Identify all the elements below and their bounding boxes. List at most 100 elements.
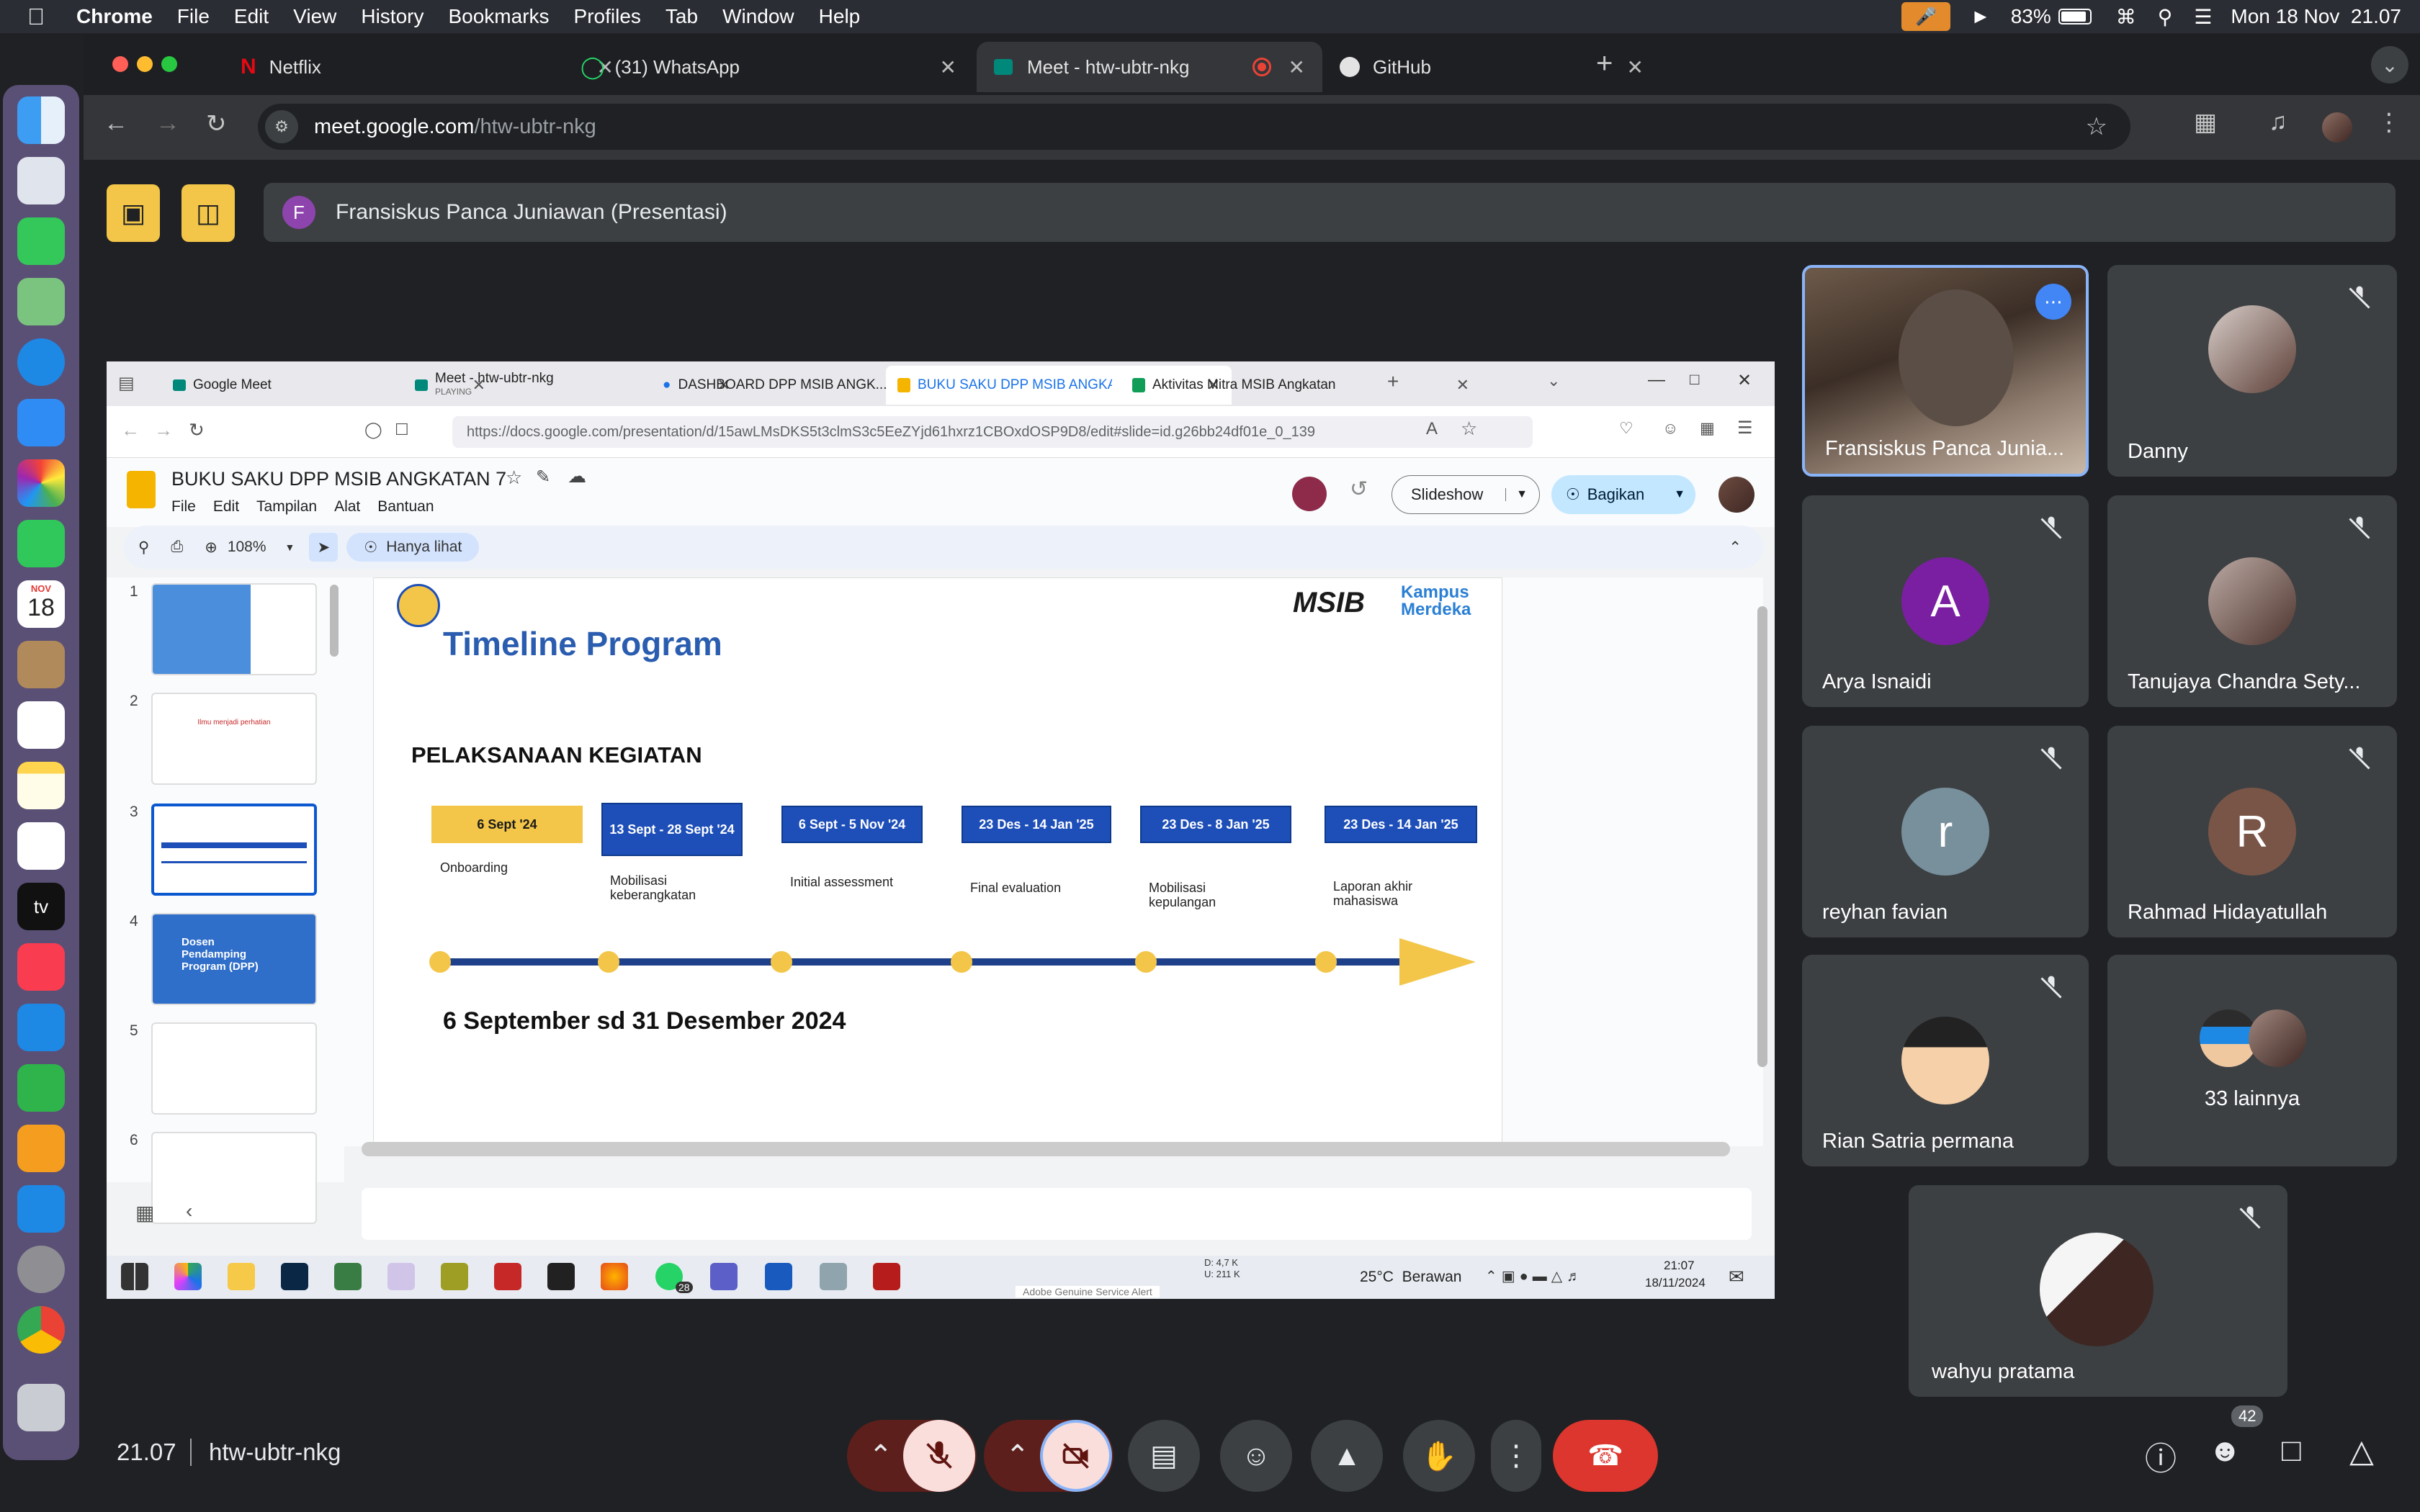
ff-pocket-icon[interactable]: ♡ bbox=[1619, 419, 1634, 438]
collapse-toolbar-icon[interactable]: ⌃ bbox=[1729, 539, 1742, 557]
wifi-icon[interactable]: ⌘ bbox=[2116, 5, 2136, 29]
ff-url-field[interactable]: https://docs.google.com/presentation/d/1… bbox=[452, 416, 1533, 448]
tile-rahmad[interactable]: R Rahmad Hidayatullah bbox=[2107, 726, 2397, 937]
share-button[interactable]: ☉ Bagikan ▼ bbox=[1551, 475, 1695, 514]
adobe-alert[interactable]: Adobe Genuine Service Alert bbox=[1016, 1286, 1160, 1297]
ff-translate-icon[interactable]: Α bbox=[1426, 419, 1438, 439]
chrome-menu-icon[interactable]: ⋮ bbox=[2377, 108, 2401, 137]
word-icon[interactable] bbox=[765, 1263, 792, 1290]
messages-icon[interactable] bbox=[17, 217, 65, 265]
photos-icon[interactable] bbox=[17, 459, 65, 507]
ff-bookmark-icon[interactable]: ☆ bbox=[1461, 418, 1477, 440]
slides-menu-file[interactable]: File bbox=[171, 498, 196, 516]
bookmark-star-icon[interactable]: ☆ bbox=[2086, 112, 2107, 141]
slides-menu-tools[interactable]: Alat bbox=[334, 498, 360, 516]
view-only-chip[interactable]: ☉ Hanya lihat bbox=[346, 533, 480, 562]
more-options-icon[interactable]: ⋯ bbox=[2035, 284, 2071, 320]
mail-icon[interactable] bbox=[17, 399, 65, 446]
cloud-icon[interactable]: ☁ bbox=[568, 465, 586, 487]
menu-window[interactable]: Window bbox=[722, 5, 794, 28]
slide-thumbnail-5[interactable] bbox=[151, 1022, 317, 1115]
battery-icon[interactable] bbox=[2058, 9, 2092, 24]
people-icon[interactable]: ☻ bbox=[2208, 1433, 2241, 1469]
tile-reyhan[interactable]: r reyhan favian bbox=[1802, 726, 2089, 937]
meeting-info-icon[interactable]: ⓘ bbox=[2145, 1433, 2177, 1479]
tab-close-icon[interactable]: ✕ bbox=[940, 55, 956, 79]
app-menu[interactable]: Chrome bbox=[76, 5, 153, 28]
tab-close-icon[interactable]: ✕ bbox=[1289, 55, 1305, 79]
raise-hand-button[interactable]: ✋ bbox=[1403, 1420, 1475, 1492]
clock[interactable]: Mon 18 Nov 21.07 bbox=[2231, 5, 2401, 28]
present-button[interactable]: ▲ bbox=[1311, 1420, 1383, 1492]
reminders-icon[interactable] bbox=[17, 701, 65, 749]
firefox-tab-overview-icon[interactable]: ▤ bbox=[118, 373, 135, 394]
search-menus-icon[interactable]: ⚲ bbox=[138, 539, 149, 557]
explorer-icon[interactable] bbox=[228, 1263, 255, 1290]
windows-start-icon[interactable] bbox=[121, 1263, 148, 1290]
menu-profiles[interactable]: Profiles bbox=[574, 5, 641, 28]
tab-close-icon[interactable]: ✕ bbox=[1456, 376, 1469, 395]
tile-rian[interactable]: Rian Satria permana bbox=[1802, 955, 2089, 1166]
tab-search-icon[interactable]: ⌄ bbox=[2371, 46, 2408, 84]
tile-arya[interactable]: A Arya Isnaidi bbox=[1802, 495, 2089, 707]
maps-icon[interactable] bbox=[17, 278, 65, 325]
ff-tab-list-icon[interactable]: ⌄ bbox=[1547, 372, 1560, 390]
app-icon-6[interactable] bbox=[441, 1263, 468, 1290]
slideshow-dropdown-icon[interactable]: ▼ bbox=[1505, 488, 1528, 501]
chrome-icon[interactable] bbox=[17, 1306, 65, 1354]
meet-present-icon[interactable] bbox=[1292, 477, 1327, 511]
app-icon-12[interactable] bbox=[820, 1263, 847, 1290]
ff-menu-icon[interactable]: ☰ bbox=[1737, 418, 1753, 438]
ff-reload-icon[interactable]: ↻ bbox=[189, 419, 205, 441]
app-icon-5[interactable] bbox=[387, 1263, 415, 1290]
select-cursor-icon[interactable]: ➤ bbox=[309, 533, 339, 562]
leave-presentation-button[interactable]: ◫ bbox=[182, 184, 235, 242]
trash-icon[interactable] bbox=[17, 1384, 65, 1431]
zoom-dropdown-icon[interactable]: ▼ bbox=[285, 541, 295, 553]
menu-tab[interactable]: Tab bbox=[666, 5, 698, 28]
system-settings-icon[interactable] bbox=[17, 1246, 65, 1293]
media-controls-icon[interactable]: ♫ bbox=[2269, 108, 2287, 136]
forward-icon[interactable]: → bbox=[156, 109, 180, 138]
profile-avatar[interactable] bbox=[2322, 112, 2352, 143]
numbers-icon[interactable] bbox=[17, 1064, 65, 1112]
reactions-button[interactable]: ☺ bbox=[1220, 1420, 1292, 1492]
speaker-notes[interactable] bbox=[362, 1188, 1752, 1240]
address-bar[interactable]: ⚙ meet.google.com /htw-ubtr-nkg ☆ bbox=[258, 104, 2130, 150]
pages-icon[interactable] bbox=[17, 1125, 65, 1172]
window-close-button[interactable] bbox=[112, 56, 128, 72]
site-info-icon[interactable]: ⚙ bbox=[265, 110, 298, 143]
app-icon-8[interactable] bbox=[547, 1263, 575, 1290]
safari-icon[interactable] bbox=[17, 338, 65, 386]
move-icon[interactable]: ✎ bbox=[536, 467, 550, 487]
slideshow-button[interactable]: Slideshow ▼ bbox=[1392, 475, 1540, 514]
menu-edit[interactable]: Edit bbox=[234, 5, 269, 28]
slide-hscrollbar[interactable] bbox=[362, 1142, 1730, 1156]
ff-new-tab-icon[interactable]: + bbox=[1387, 370, 1399, 393]
notification-icon[interactable]: ✉ bbox=[1729, 1266, 1744, 1288]
calendar-icon[interactable]: NOV 18 bbox=[17, 580, 65, 628]
slides-menu-view[interactable]: Tampilan bbox=[256, 498, 317, 516]
teams-icon[interactable] bbox=[710, 1263, 738, 1290]
ff-forward-icon[interactable]: → bbox=[154, 419, 173, 441]
menu-history[interactable]: History bbox=[361, 5, 424, 28]
activities-icon[interactable]: △ bbox=[2349, 1433, 2374, 1470]
menu-view[interactable]: View bbox=[293, 5, 336, 28]
freeform-icon[interactable] bbox=[17, 822, 65, 870]
mic-indicator-icon[interactable]: 🎤 bbox=[1901, 2, 1951, 31]
chat-icon[interactable]: □ bbox=[2282, 1433, 2301, 1469]
slide-vscrollbar[interactable] bbox=[1757, 606, 1767, 1067]
facetime-icon[interactable] bbox=[17, 520, 65, 567]
history-icon[interactable]: ↺ bbox=[1350, 477, 1368, 502]
zoom-icon[interactable]: ⊕ bbox=[205, 539, 218, 557]
collapse-panel-icon[interactable]: ‹ bbox=[186, 1200, 192, 1223]
ff-minimize-icon[interactable]: — bbox=[1648, 370, 1665, 390]
thumb-scrollbar[interactable] bbox=[330, 585, 339, 657]
extensions-icon[interactable]: ▦ bbox=[2194, 108, 2217, 137]
more-options-button[interactable]: ⋮ bbox=[1491, 1420, 1541, 1492]
slide-thumbnail-4[interactable]: Dosen Pendamping Program (DPP) bbox=[151, 913, 317, 1005]
launchpad-icon[interactable] bbox=[17, 157, 65, 204]
app-store-icon[interactable] bbox=[17, 1185, 65, 1233]
menu-bookmarks[interactable]: Bookmarks bbox=[448, 5, 549, 28]
captions-button[interactable]: ▤ bbox=[1128, 1420, 1200, 1492]
